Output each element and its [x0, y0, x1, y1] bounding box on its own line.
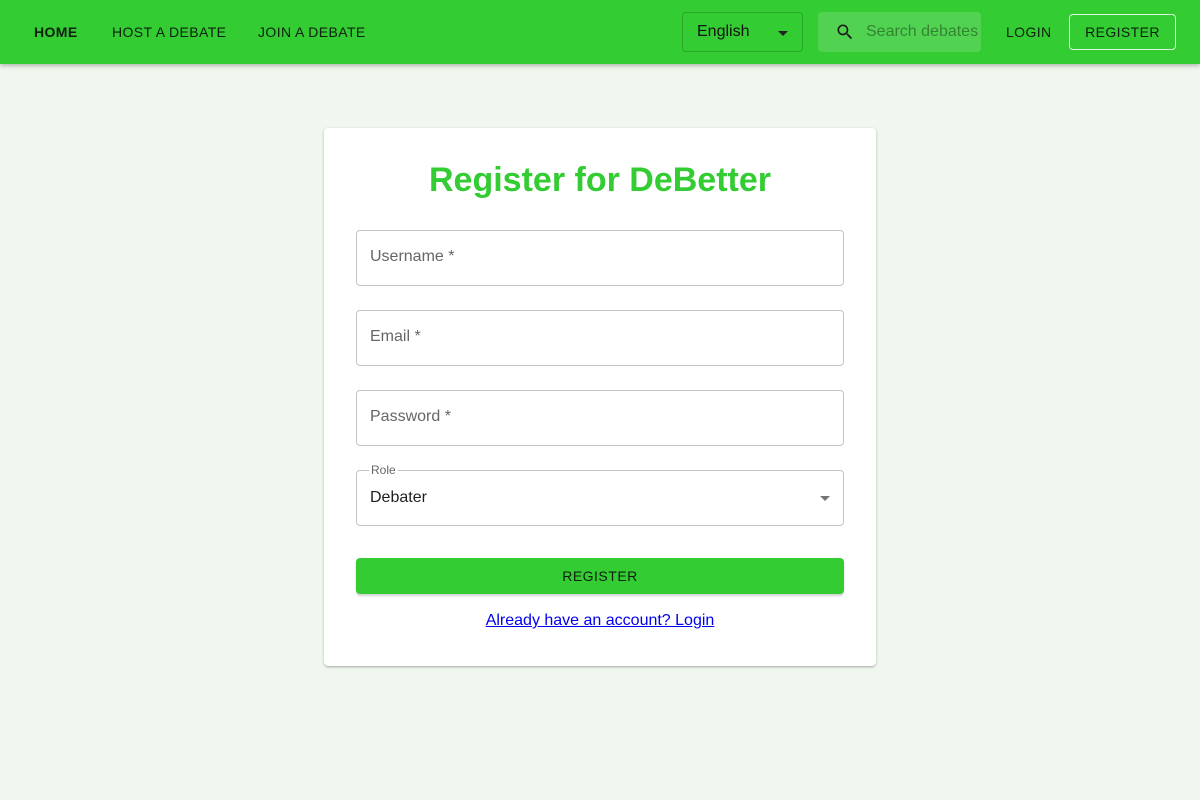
search-icon — [837, 24, 853, 40]
app-bar: HOME HOST A DEBATE JOIN A DEBATE English… — [0, 0, 1200, 64]
language-select-value: English — [697, 23, 750, 40]
register-submit-button[interactable]: REGISTER — [356, 558, 844, 594]
email-field[interactable]: Email * — [356, 310, 844, 366]
nav-home[interactable]: HOME — [34, 0, 78, 64]
password-field[interactable]: Password * — [356, 390, 844, 446]
chevron-down-icon — [820, 496, 830, 501]
nav-join-debate[interactable]: JOIN A DEBATE — [258, 0, 366, 64]
register-nav-button[interactable]: REGISTER — [1069, 14, 1176, 50]
email-label: Email * — [370, 328, 421, 345]
login-link[interactable]: Already have an account? Login — [0, 612, 1200, 630]
page-title: Register for DeBetter — [429, 161, 771, 199]
role-value: Debater — [370, 489, 427, 506]
language-select[interactable]: English — [682, 12, 803, 52]
search-box[interactable] — [818, 12, 981, 52]
nav-host-debate[interactable]: HOST A DEBATE — [112, 0, 226, 64]
role-select[interactable]: Role Debater — [356, 463, 844, 526]
search-input[interactable] — [866, 12, 981, 52]
username-label: Username * — [370, 248, 455, 265]
login-button[interactable]: LOGIN — [1006, 0, 1052, 64]
password-label: Password * — [370, 408, 451, 425]
role-label: Role — [369, 463, 398, 477]
username-field[interactable]: Username * — [356, 230, 844, 286]
chevron-down-icon — [778, 31, 788, 36]
